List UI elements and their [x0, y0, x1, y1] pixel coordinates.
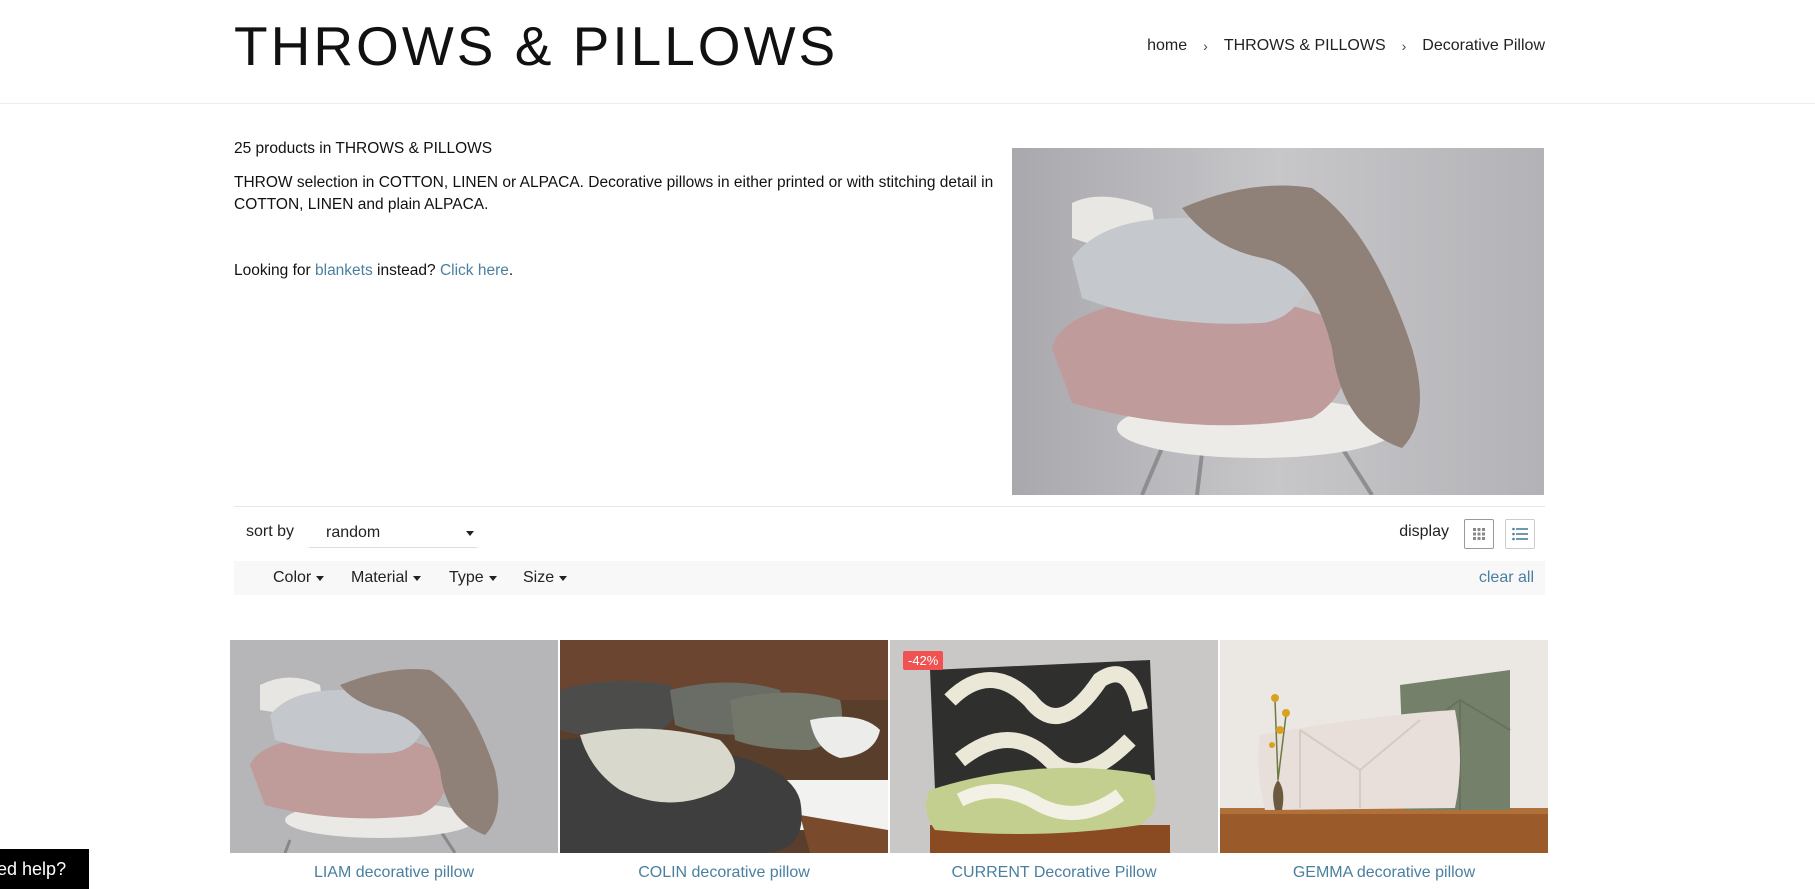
list-icon [1512, 527, 1528, 541]
sort-label: sort by [246, 523, 295, 540]
product-name[interactable]: COLIN decorative pillow [560, 864, 888, 882]
blankets-prompt: Looking for blankets instead? Click here… [234, 260, 994, 282]
breadcrumb-current: Decorative Pillow [1422, 37, 1545, 54]
product-image[interactable]: -42% [890, 640, 1218, 853]
list-view-button[interactable] [1505, 519, 1535, 549]
filter-bar: Color Material Type Size clear all [234, 561, 1545, 595]
filter-material[interactable]: Material [351, 569, 421, 587]
category-intro: 25 products in THROWS & PILLOWS THROW se… [234, 138, 994, 294]
product-image[interactable] [230, 640, 558, 853]
help-label: Need help? [0, 859, 67, 879]
caret-down-icon [466, 531, 474, 536]
product-card[interactable]: LIAM decorative pillow [230, 640, 558, 889]
product-name[interactable]: LIAM decorative pillow [230, 864, 558, 882]
caret-down-icon [412, 575, 421, 581]
breadcrumb-throws-pillows[interactable]: THROWS & PILLOWS [1224, 37, 1386, 55]
instead-text: instead? [372, 262, 440, 279]
breadcrumb: home › THROWS & PILLOWS › Decorative Pil… [1147, 37, 1545, 55]
filter-color-label: Color [273, 569, 312, 586]
sort-value: random [326, 524, 381, 541]
product-name[interactable]: CURRENT Decorative Pillow [890, 864, 1218, 882]
page-title: THROWS & PILLOWS [234, 15, 839, 77]
grid-icon [1473, 528, 1485, 540]
chevron-right-icon: › [1203, 38, 1208, 54]
filter-color[interactable]: Color [273, 569, 325, 587]
caret-down-icon [559, 575, 568, 581]
filter-size[interactable]: Size [523, 569, 568, 587]
product-name[interactable]: GEMMA decorative pillow [1220, 864, 1548, 882]
product-image[interactable] [560, 640, 888, 853]
category-hero-image [1012, 148, 1544, 495]
clear-all-link[interactable]: clear all [1479, 569, 1534, 587]
filter-type-label: Type [449, 569, 484, 586]
product-card[interactable]: COLIN decorative pillow [560, 640, 888, 889]
looking-prefix: Looking for [234, 262, 315, 279]
sort-toolbar: sort by random display [234, 506, 1545, 561]
category-description: THROW selection in COTTON, LINEN or ALPA… [234, 174, 994, 213]
product-card[interactable]: GEMMA decorative pillow [1220, 640, 1548, 889]
period: . [508, 262, 514, 279]
filter-material-label: Material [351, 569, 408, 586]
product-card[interactable]: -42% CURRENT Decorative Pillow [890, 640, 1218, 889]
caret-down-icon [488, 575, 497, 581]
display-label: display [1399, 523, 1449, 540]
caret-down-icon [316, 575, 325, 581]
page-header: THROWS & PILLOWS home › THROWS & PILLOWS… [0, 0, 1815, 104]
product-count: 25 products in THROWS & PILLOWS [234, 140, 493, 157]
click-here-link[interactable]: Click here [440, 262, 509, 279]
help-chat-button[interactable]: Need help? [0, 849, 89, 889]
product-image[interactable] [1220, 640, 1548, 853]
sort-select[interactable]: random [309, 520, 477, 548]
chevron-right-icon: › [1401, 38, 1407, 54]
breadcrumb-home[interactable]: home [1147, 37, 1187, 55]
discount-badge: -42% [903, 651, 944, 670]
filter-type[interactable]: Type [449, 569, 497, 587]
grid-view-button[interactable] [1464, 519, 1494, 549]
blankets-link[interactable]: blankets [315, 262, 373, 279]
filter-size-label: Size [523, 569, 555, 586]
